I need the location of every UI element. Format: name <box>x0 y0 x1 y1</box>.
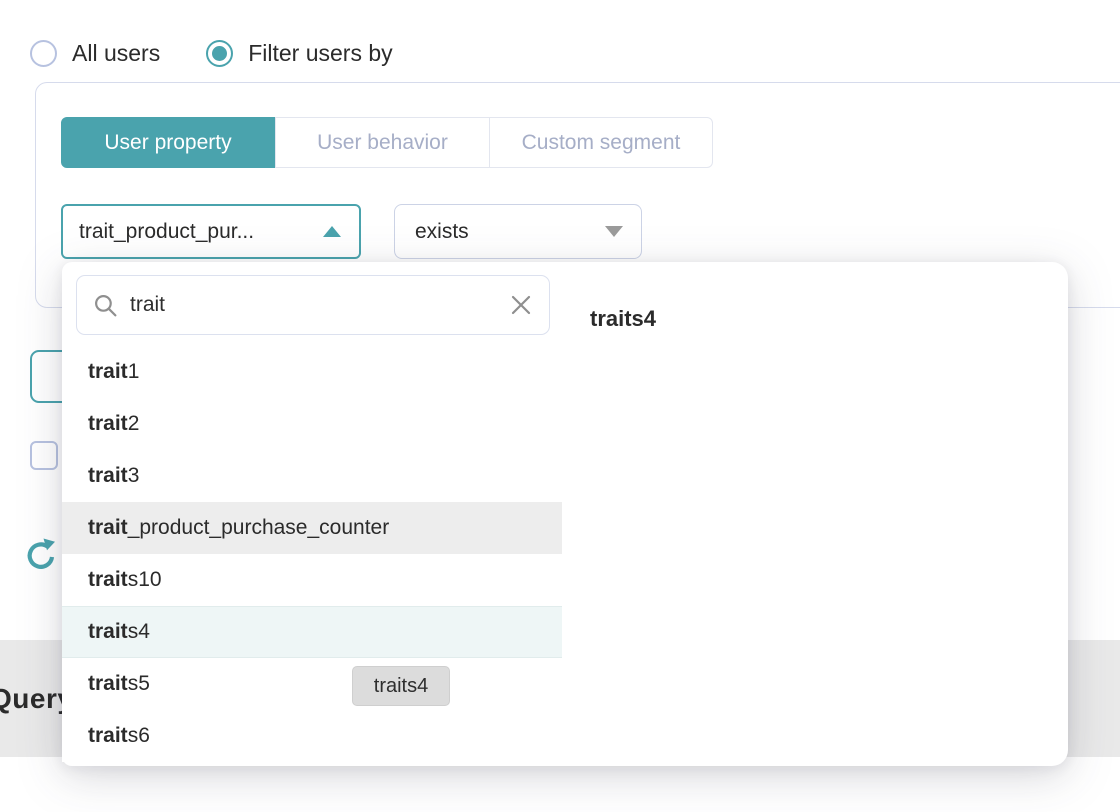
filter-condition-row: trait_product_pur... exists <box>61 204 642 259</box>
option-rest-text: 1 <box>128 360 140 384</box>
radio-filter-users-by-label: Filter users by <box>248 40 392 67</box>
segmentation-page: All users Filter users by User property … <box>0 0 1120 812</box>
tab-user-behavior[interactable]: User behavior <box>275 117 489 168</box>
option-rest-text: s6 <box>128 724 150 748</box>
operator-select-value: exists <box>415 220 469 244</box>
property-detail-panel: traits4 <box>562 262 1068 766</box>
property-options-list: trait1 trait2 trait3 trait_product_purch… <box>62 346 562 762</box>
property-dropdown-overlay: trait1 trait2 trait3 trait_product_purch… <box>62 262 1068 766</box>
list-item[interactable]: traits10 <box>62 554 562 606</box>
search-input[interactable] <box>130 293 509 317</box>
filter-type-tabs: User property User behavior Custom segme… <box>61 117 713 168</box>
list-item[interactable]: traits5 <box>62 658 562 710</box>
radio-unselected-icon <box>30 40 57 67</box>
clear-search-button[interactable] <box>509 293 533 317</box>
option-match-text: trait <box>88 672 128 696</box>
tab-custom-segment[interactable]: Custom segment <box>489 117 713 168</box>
caret-down-icon <box>605 226 623 237</box>
property-list-panel: trait1 trait2 trait3 trait_product_purch… <box>62 262 562 766</box>
radio-all-users[interactable]: All users <box>30 40 160 67</box>
option-match-text: trait <box>88 464 128 488</box>
refresh-icon <box>26 536 56 574</box>
radio-all-users-label: All users <box>72 40 160 67</box>
list-item[interactable]: trait2 <box>62 398 562 450</box>
property-search-box[interactable] <box>76 275 550 335</box>
close-icon <box>509 293 533 317</box>
radio-selected-icon <box>206 40 233 67</box>
list-item[interactable]: trait1 <box>62 346 562 398</box>
property-select[interactable]: trait_product_pur... <box>61 204 361 259</box>
option-rest-text: s10 <box>128 568 162 592</box>
user-scope-radio-group: All users Filter users by <box>30 40 393 67</box>
option-match-text: trait <box>88 360 128 384</box>
option-match-text: trait <box>88 516 128 540</box>
search-icon <box>93 293 118 318</box>
operator-select[interactable]: exists <box>394 204 642 259</box>
option-match-text: trait <box>88 724 128 748</box>
exclude-users-checkbox[interactable] <box>30 441 58 470</box>
tab-user-property[interactable]: User property <box>61 117 275 168</box>
list-item[interactable]: trait3 <box>62 450 562 502</box>
option-match-text: trait <box>88 568 128 592</box>
option-match-text: trait <box>88 412 128 436</box>
list-item[interactable]: trait_product_purchase_counter <box>62 502 562 554</box>
property-select-value: trait_product_pur... <box>79 220 254 244</box>
list-item[interactable]: traits4 <box>62 606 562 658</box>
list-item[interactable]: traits6 <box>62 710 562 762</box>
option-rest-text: _product_purchase_counter <box>128 516 390 540</box>
tooltip: traits4 <box>352 666 450 706</box>
tooltip-text: traits4 <box>374 675 428 698</box>
option-rest-text: s5 <box>128 672 150 696</box>
option-rest-text: 2 <box>128 412 140 436</box>
option-rest-text: s4 <box>128 620 150 644</box>
option-match-text: trait <box>88 620 128 644</box>
caret-up-icon <box>323 226 341 237</box>
option-rest-text: 3 <box>128 464 140 488</box>
detail-panel-title: traits4 <box>562 262 1068 332</box>
refresh-button[interactable] <box>26 536 56 574</box>
radio-filter-users-by[interactable]: Filter users by <box>206 40 392 67</box>
